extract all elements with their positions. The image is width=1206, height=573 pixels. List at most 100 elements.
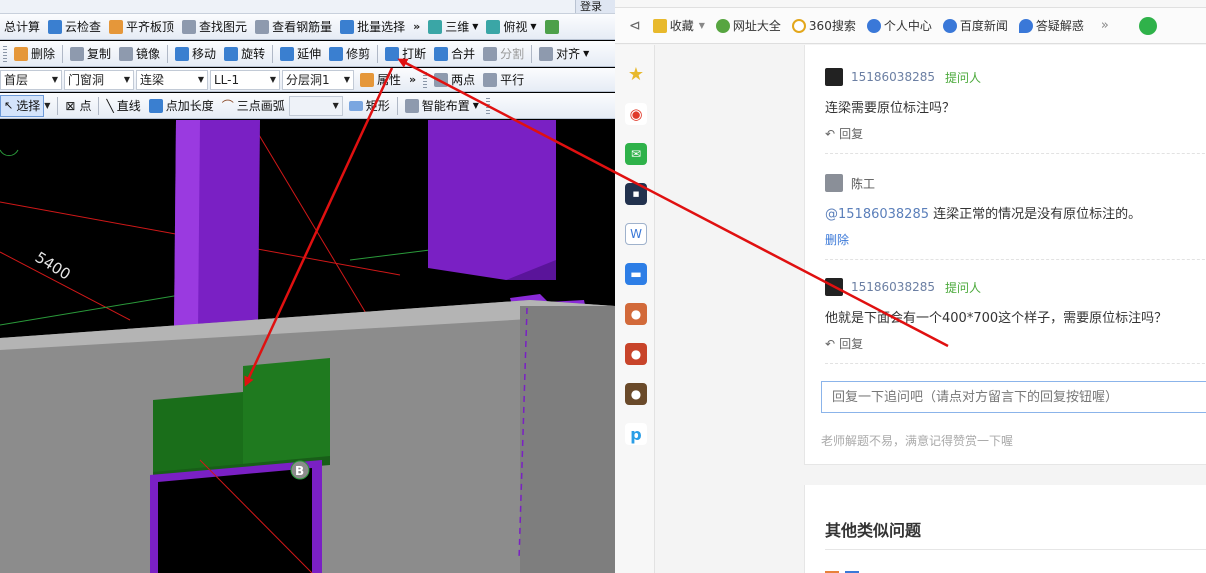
point-length-button[interactable]: 点加长度 [145,95,218,117]
view-top-button[interactable]: 俯视 ▼ [482,16,540,38]
delete-button[interactable]: 删除 [825,231,1206,248]
toolbar-grip[interactable] [423,71,428,88]
cloud-check-button[interactable]: 云检查 [44,16,105,38]
copy-button[interactable]: 复制 [66,43,115,65]
break-button[interactable]: 打断 [381,43,430,65]
two-points-icon [434,72,449,87]
bookmark-qa[interactable]: 答疑解惑 [1018,17,1084,34]
app-icon[interactable]: ■ [625,183,647,205]
bookmark-favorites[interactable]: 收藏 ▼ [652,17,705,34]
wall-face [520,306,615,573]
comment-text: @15186038285 连梁正常的情况是没有原位标注的。 [825,207,1142,222]
move-button[interactable]: 移动 [171,43,220,65]
divider [377,44,379,63]
rect-button[interactable]: 矩形 [345,95,394,117]
comment-username[interactable]: 15186038285 [851,280,935,294]
comment-username[interactable]: 15186038285 [851,70,935,84]
document-icon[interactable]: W [625,223,647,245]
properties-button[interactable]: 属性 [356,69,405,91]
bookmark-360search[interactable]: 360搜索 [791,17,856,34]
chevron-down-icon: ▼ [123,75,130,84]
cad-application: 登录 总计算 云检查 平齐板顶 查找图元 查看钢筋量 批量选择 » 三维 ▼ 俯视… [0,0,615,573]
align-button[interactable]: 对齐 ▼ [535,43,593,65]
toolbar-overflow-icon[interactable]: » [409,20,424,33]
eraser-icon [14,46,28,61]
column [428,120,556,280]
avatar[interactable] [825,174,843,192]
split-icon [483,46,498,61]
line-icon: ╲ [106,98,114,113]
mention-link[interactable]: @15186038285 [825,207,929,222]
divider [396,96,398,115]
select-button[interactable]: ↖ 选择 [0,94,45,117]
paw-icon [942,18,957,33]
bookmarks-overflow-icon[interactable]: » [1101,18,1109,33]
category-select[interactable]: 门窗洞 ▼ [64,69,134,90]
arc-button[interactable]: ⌒ 三点画弧 [218,95,289,117]
toolbar-overflow-icon[interactable]: » [405,73,420,86]
asker-badge: 提问人 [944,70,981,85]
plus-circle-icon [715,18,730,33]
toolbar-main: 总计算 云检查 平齐板顶 查找图元 查看钢筋量 批量选择 » 三维 ▼ 俯视 ▼ [0,14,615,40]
reply-input[interactable] [821,381,1206,413]
mirror-button[interactable]: 镜像 [115,43,164,65]
avatar[interactable] [825,278,843,296]
layer-select[interactable]: 分层洞1 ▼ [282,69,354,90]
chevron-down-icon: ▼ [197,75,204,84]
chevron-down-icon: ▼ [530,22,537,31]
browser-window: ⊲ 收藏 ▼ 网址大全 360搜索 个人中心 百度新闻 答疑解惑 » ★ ◉ ✉ … [615,0,1206,573]
game-icon[interactable]: ● [625,383,647,405]
toolbar-grip[interactable] [3,45,7,62]
arc-option-select[interactable]: ▼ [288,95,343,116]
properties-icon [360,72,374,87]
point-button[interactable]: ⊠ 点 [61,95,95,117]
smart-layout-button[interactable]: 智能布置 ▼ [401,95,483,117]
cad-3d-viewport[interactable]: 5400 B [0,120,615,573]
comment-username[interactable]: 陈工 [851,175,875,192]
flush-slab-button[interactable]: 平齐板顶 [105,16,178,38]
rotate-icon [224,46,239,61]
weibo-icon[interactable]: ◉ [625,103,647,125]
extend-button[interactable]: 延伸 [276,43,325,65]
mail-icon[interactable]: ✉ [625,143,647,165]
extension-icon[interactable] [1138,16,1157,35]
chevron-down-icon: ▼ [583,49,590,58]
bookmark-hao123[interactable]: 网址大全 [715,17,781,34]
toolbar-grip[interactable] [485,97,490,114]
batch-select-button[interactable]: 批量选择 [336,16,409,38]
delete-button[interactable]: 删除 [10,43,59,65]
bookmark-personal[interactable]: 个人中心 [866,17,932,34]
bookmark-baidu-news[interactable]: 百度新闻 [942,17,1008,34]
cad-title-strip: 登录 [0,0,615,14]
sidebar-toggle-icon[interactable]: ⊲ [629,18,641,34]
trim-button[interactable]: 修剪 [325,43,374,65]
find-element-button[interactable]: 查找图元 [178,16,251,38]
view-3d-button[interactable]: 三维 ▼ [424,16,482,38]
ring-icon [791,18,806,33]
game-icon[interactable]: ● [625,303,647,325]
chat-icon[interactable]: ▬ [625,263,647,285]
copy-icon [70,46,85,61]
parallel-button[interactable]: 平行 [479,69,528,91]
reply-icon: ↶ [825,336,836,351]
reply-button[interactable]: ↶ 回复 [825,125,1206,142]
merge-button[interactable]: 合并 [430,43,479,65]
game-icon[interactable]: ● [625,343,647,365]
view-rebar-button[interactable]: 查看钢筋量 [251,16,336,38]
total-calc-button[interactable]: 总计算 [0,16,44,38]
login-fragment[interactable]: 登录 [575,0,615,13]
favorites-star-icon[interactable]: ★ [625,63,647,85]
line-button[interactable]: ╲ 直线 [102,95,144,117]
p-app-icon[interactable]: p [625,423,647,445]
split-button[interactable]: 分割 [479,43,528,65]
component-select[interactable]: LL-1 ▼ [210,69,280,90]
avatar[interactable] [825,68,843,86]
floor-select[interactable]: 首层 ▼ [0,69,62,90]
chevron-down-icon[interactable]: ▼ [44,101,50,110]
browser-tab-strip [615,0,1206,8]
reply-button[interactable]: ↶ 回复 [825,335,1206,352]
component-type-select[interactable]: 连梁 ▼ [136,69,208,90]
two-points-button[interactable]: 两点 [430,69,479,91]
rotate-button[interactable]: 旋转 [220,43,269,65]
extra-tool-button[interactable] [541,16,566,38]
